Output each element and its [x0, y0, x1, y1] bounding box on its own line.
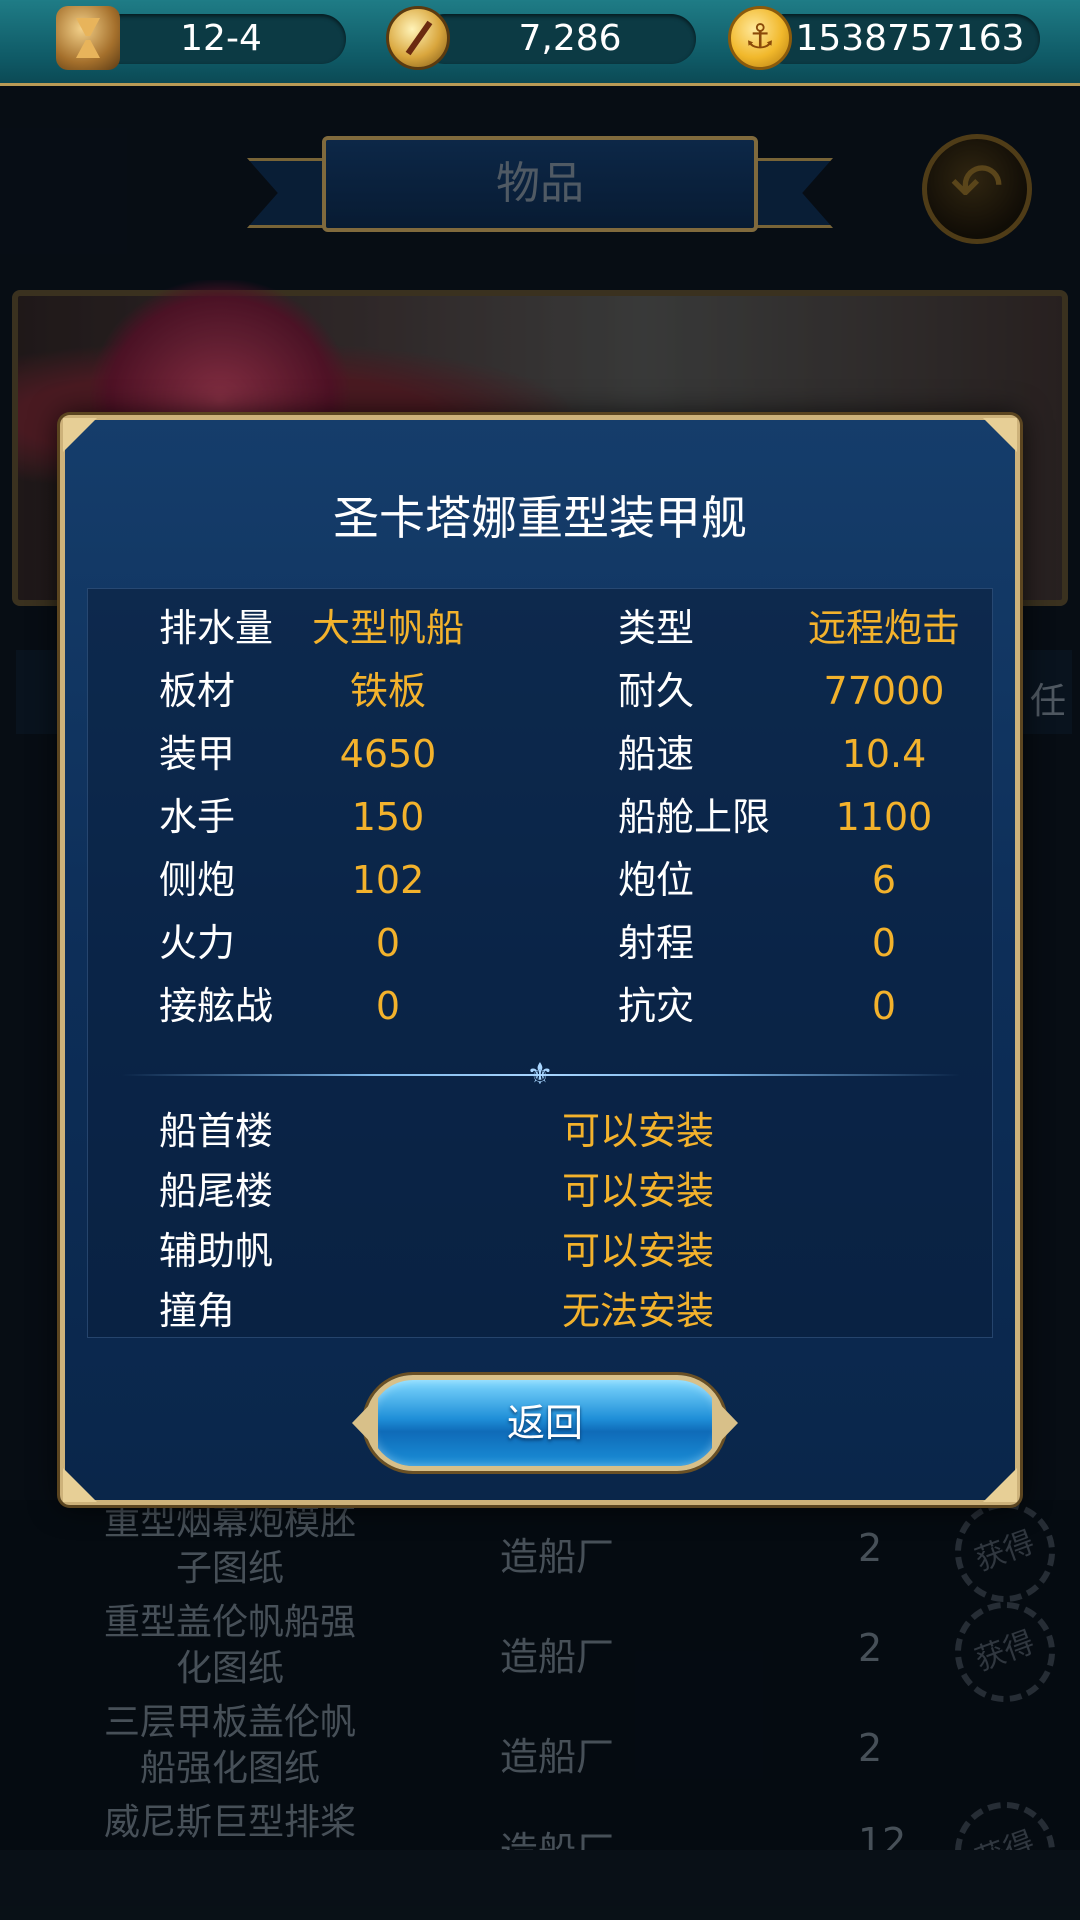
stat-value: 0: [375, 984, 401, 1028]
stat-label: 船舱上限: [618, 795, 771, 839]
stat-value: 远程炮击: [807, 606, 960, 650]
slot-label: 撞角: [159, 1289, 236, 1333]
dialog-title: 圣卡塔娜重型装甲舰: [333, 491, 747, 545]
stat-label: 排水量: [159, 606, 274, 650]
return-button[interactable]: 返回: [352, 1375, 738, 1471]
stat-row: 板材 铁板 耐久 77000: [88, 660, 994, 722]
stat-label: 抗灾: [618, 984, 695, 1028]
stat-row: 水手 150 船舱上限 1100: [88, 786, 994, 848]
stat-row: 火力 0 射程 0: [88, 912, 994, 974]
stat-value: 1100: [835, 795, 933, 839]
stat-label: 射程: [618, 921, 695, 965]
stat-label: 炮位: [618, 858, 695, 902]
equip-slot-row: 船尾楼 可以安装: [88, 1161, 994, 1221]
stat-row: 侧炮 102 炮位 6: [88, 849, 994, 911]
stat-value: 10.4: [841, 732, 927, 776]
stat-value: 0: [871, 984, 897, 1028]
anchor-coin-icon: [728, 6, 792, 70]
stat-label: 装甲: [159, 732, 236, 776]
equip-slot-row: 撞角 无法安装: [88, 1281, 994, 1341]
stage-value: 12-4: [180, 18, 262, 59]
stat-value: 0: [871, 921, 897, 965]
slot-status: 可以安装: [561, 1229, 714, 1273]
stat-label: 水手: [159, 795, 236, 839]
slot-label: 船尾楼: [159, 1169, 274, 1213]
fleur-ornament-icon: ⚜: [526, 1057, 554, 1092]
compass-value: 7,286: [518, 18, 622, 59]
stat-value: 77000: [823, 669, 945, 713]
stat-label: 接舷战: [159, 984, 274, 1028]
slot-status: 无法安装: [561, 1289, 714, 1333]
stat-label: 船速: [618, 732, 695, 776]
stage-counter: 12-4: [96, 14, 346, 64]
stat-value: 4650: [339, 732, 437, 776]
ship-info-dialog: 圣卡塔娜重型装甲舰 排水量 大型帆船 类型 远程炮击 板材 铁板 耐久 7700…: [60, 415, 1020, 1505]
hourglass-icon: [56, 6, 120, 70]
corner-ornament-icon: [63, 1468, 97, 1502]
slot-label: 辅助帆: [159, 1229, 274, 1273]
stat-row: 接舷战 0 抗灾 0: [88, 975, 994, 1037]
stat-label: 类型: [618, 606, 695, 650]
stat-value: 150: [351, 795, 425, 839]
slot-status: 可以安装: [561, 1169, 714, 1213]
stat-label: 火力: [159, 921, 236, 965]
corner-ornament-icon: [983, 418, 1017, 452]
stat-value: 0: [375, 921, 401, 965]
corner-ornament-icon: [983, 1468, 1017, 1502]
stat-value: 102: [351, 858, 425, 902]
stat-label: 侧炮: [159, 858, 236, 902]
button-cap-right: [712, 1396, 738, 1450]
equip-slot-row: 辅助帆 可以安装: [88, 1221, 994, 1281]
stat-value: 大型帆船: [311, 606, 464, 650]
compass-icon: [386, 6, 450, 70]
corner-ornament-icon: [63, 418, 97, 452]
stat-label: 板材: [159, 669, 236, 713]
coin-value: 1538757163: [795, 18, 1025, 59]
button-cap-left: [352, 1396, 378, 1450]
ship-stats-panel: 排水量 大型帆船 类型 远程炮击 板材 铁板 耐久 77000 装甲 4650 …: [87, 588, 993, 1338]
stat-row: 排水量 大型帆船 类型 远程炮击: [88, 597, 994, 659]
resource-bar: 12-4 7,286 1538757163: [0, 0, 1080, 86]
equip-slot-row: 船首楼 可以安装: [88, 1101, 994, 1161]
slot-status: 可以安装: [561, 1109, 714, 1153]
stat-row: 装甲 4650 船速 10.4: [88, 723, 994, 785]
stat-value: 6: [871, 858, 897, 902]
stat-label: 耐久: [618, 669, 695, 713]
slot-label: 船首楼: [159, 1109, 274, 1153]
return-button-label: 返回: [506, 1401, 583, 1445]
stat-value: 铁板: [349, 669, 426, 713]
coin-counter: 1538757163: [760, 14, 1040, 64]
compass-counter: 7,286: [420, 14, 696, 64]
